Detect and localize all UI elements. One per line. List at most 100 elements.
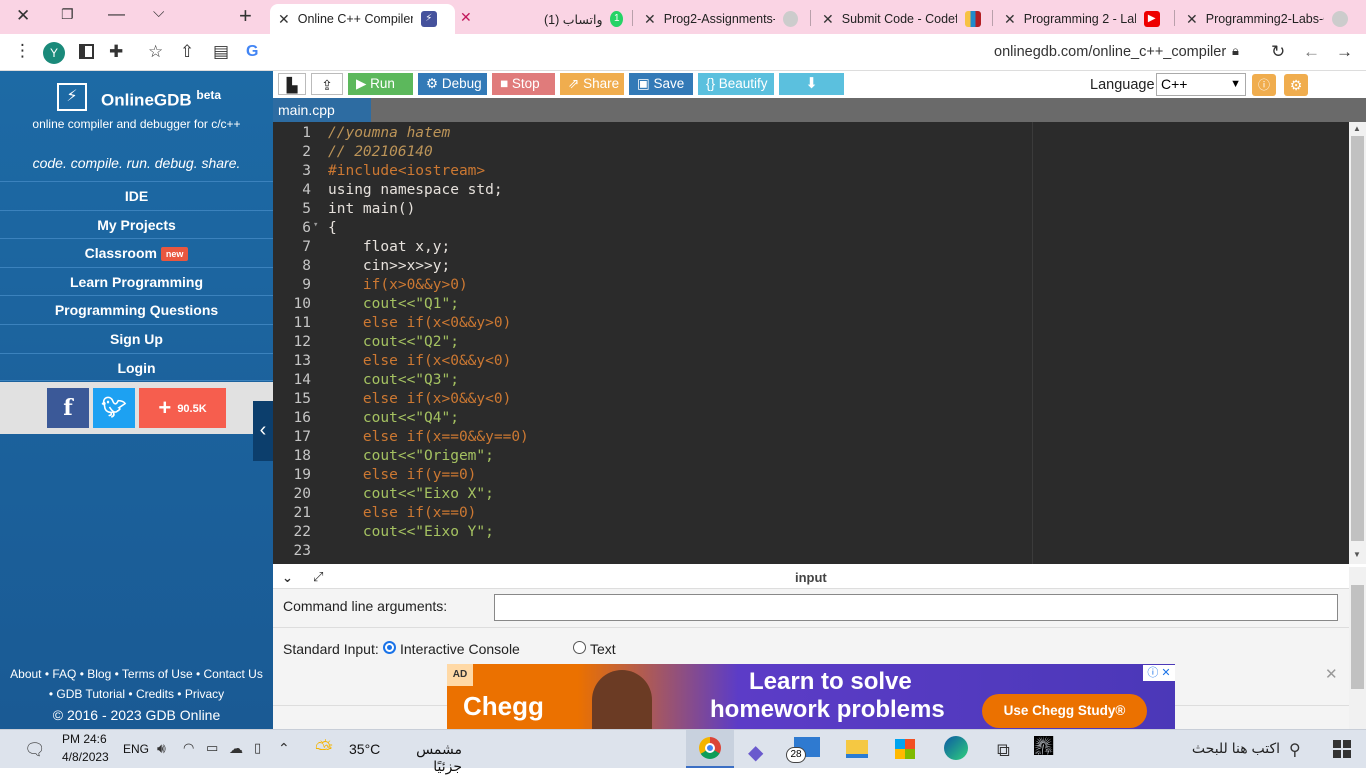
taskbar-store[interactable] bbox=[895, 739, 915, 759]
sidebar-toggle-icon[interactable] bbox=[79, 44, 94, 59]
reload-icon[interactable]: ↻ bbox=[1271, 42, 1285, 62]
taskbar-search[interactable]: اكتب هنا للبحث bbox=[1140, 740, 1280, 757]
minimize-window-icon[interactable]: — bbox=[108, 4, 125, 24]
fold-arrow-icon[interactable]: ▾ bbox=[313, 220, 318, 230]
interactive-console-label[interactable]: Interactive Console bbox=[400, 641, 520, 657]
close-tab-icon[interactable]: ✕ bbox=[822, 11, 834, 28]
expand-icon[interactable]: ⤢ bbox=[313, 569, 323, 585]
editor-scrollbar[interactable]: ▲ ▼ bbox=[1349, 122, 1366, 564]
code-line: //youmna hatem bbox=[328, 125, 451, 141]
tab-prog2-assignments[interactable]: ✕ Prog2-Assignments-Te bbox=[636, 4, 806, 34]
sidebar-item-my-projects[interactable]: My Projects bbox=[0, 210, 273, 238]
adchoices-icon[interactable]: ⓘ ✕ bbox=[1143, 665, 1175, 681]
run-button[interactable]: ▶ Run bbox=[348, 73, 413, 95]
back-icon[interactable]: → bbox=[1336, 42, 1353, 62]
chegg-ad[interactable]: AD Chegg Learn to solve homework problem… bbox=[447, 664, 1175, 729]
close-tab-icon[interactable]: ✕ bbox=[644, 11, 656, 28]
browser-menu-icon[interactable]: ⋮ bbox=[14, 41, 31, 61]
weather-temp[interactable]: 35°C bbox=[349, 741, 380, 757]
close-window-icon[interactable]: ✕ bbox=[16, 6, 30, 26]
sidebar-item-learn-programming[interactable]: Learn Programming bbox=[0, 267, 273, 295]
profile-avatar[interactable]: Y bbox=[43, 42, 65, 64]
bookmark-star-icon[interactable]: ☆ bbox=[148, 42, 163, 62]
wifi-icon[interactable]: ◠ bbox=[183, 740, 194, 756]
beautify-button[interactable]: {} Beautify bbox=[698, 73, 774, 95]
cmd-args-input[interactable] bbox=[494, 594, 1338, 621]
addthis-share-button[interactable]: + 90.5K bbox=[139, 388, 226, 428]
notifications-icon[interactable]: 🗨︎ bbox=[24, 740, 46, 760]
tab-programming2-labs[interactable]: ✕ Programming2-Labs-C bbox=[1178, 4, 1358, 34]
language-select[interactable]: C++ ▼ bbox=[1156, 73, 1246, 96]
weather-icon[interactable]: ⛅︎ bbox=[315, 736, 333, 762]
sidebar-item-login[interactable]: Login bbox=[0, 353, 273, 381]
new-tab-icon[interactable]: + bbox=[239, 3, 252, 29]
extensions-icon[interactable]: ✚ bbox=[109, 42, 123, 62]
sidebar-item-classroom[interactable]: Classroom new bbox=[0, 238, 273, 266]
debug-button[interactable]: ⚙︎ Debug bbox=[418, 73, 487, 95]
close-tab-icon[interactable]: ✕ bbox=[1004, 11, 1016, 28]
lock-icon[interactable]: 🔒︎ bbox=[1232, 43, 1239, 59]
collapse-sidebar-button[interactable]: ‹ bbox=[253, 401, 273, 461]
footer-links-line1[interactable]: About • FAQ • Blog • Terms of Use • Cont… bbox=[0, 667, 273, 681]
brand-name[interactable]: OnlineGDB beta bbox=[101, 88, 221, 111]
close-tab-icon[interactable]: ✕ bbox=[460, 9, 472, 26]
twitter-share-button[interactable]: 🐦︎ bbox=[93, 388, 135, 428]
facebook-share-button[interactable]: f bbox=[47, 388, 89, 428]
tab-online-cpp-compiler[interactable]: ✕ Online C++ Compiler ⚡ bbox=[270, 4, 455, 34]
io-scrollbar[interactable] bbox=[1349, 567, 1366, 729]
mail-badge: 28 bbox=[786, 747, 806, 763]
start-button[interactable] bbox=[1333, 740, 1351, 758]
radio-interactive-console[interactable] bbox=[383, 641, 396, 654]
clock-time[interactable]: PM 24:6 bbox=[62, 732, 107, 746]
tab-programming2-lab[interactable]: ✕ Programming 2 - Lab ▶ bbox=[996, 4, 1171, 34]
taskbar-copilot-icon[interactable]: ◆ bbox=[748, 740, 763, 765]
sidebar-item-sign-up[interactable]: Sign Up bbox=[0, 324, 273, 352]
taskbar-file-explorer[interactable] bbox=[846, 740, 868, 758]
language-indicator[interactable]: ENG bbox=[123, 742, 149, 756]
sidebar-item-programming-questions[interactable]: Programming Questions bbox=[0, 295, 273, 323]
clock-date[interactable]: 4/8/2023 bbox=[62, 750, 109, 764]
translate-icon[interactable]: ▤ bbox=[213, 42, 229, 62]
stop-button[interactable]: ■ Stop bbox=[492, 73, 555, 95]
weather-text[interactable]: مشمس جزئيًا bbox=[384, 741, 462, 775]
ad-cta-button[interactable]: Use Chegg Study® bbox=[982, 694, 1147, 728]
restore-window-icon[interactable]: ❐ bbox=[61, 6, 74, 23]
collapse-chevron-icon[interactable]: ⌄ bbox=[282, 570, 293, 586]
info-button[interactable]: ⓘ bbox=[1252, 74, 1276, 96]
volume-icon[interactable]: 🔊︎ bbox=[157, 740, 166, 757]
close-tab-icon[interactable]: ✕ bbox=[278, 11, 290, 28]
device-icon[interactable]: ▯ bbox=[254, 740, 261, 756]
new-file-button[interactable]: ▙ bbox=[278, 73, 306, 95]
close-ad-icon[interactable]: ✕ bbox=[1325, 665, 1338, 683]
taskbar-chrome[interactable] bbox=[686, 730, 734, 768]
close-tab-icon[interactable]: ✕ bbox=[1186, 11, 1198, 28]
share-icon[interactable]: ⇧ bbox=[180, 42, 194, 62]
tab-whatsapp[interactable]: واتساب (1) 1 bbox=[536, 4, 631, 34]
onedrive-icon[interactable]: ☁ bbox=[229, 740, 243, 757]
tab-search-chevron-icon[interactable]: ⌵ bbox=[153, 4, 164, 21]
code-editor[interactable]: 1 2 3 4 5 6 7 8 9 10 11 12 13 14 15 16 1… bbox=[273, 122, 1349, 564]
line-number: 22 bbox=[293, 524, 311, 540]
footer-links-line2[interactable]: • GDB Tutorial • Credits • Privacy bbox=[0, 687, 273, 701]
taskbar-edge[interactable] bbox=[944, 736, 968, 760]
download-button[interactable]: ⬇ bbox=[779, 73, 844, 95]
battery-icon[interactable]: ▭ bbox=[206, 740, 218, 756]
radio-text[interactable] bbox=[573, 641, 586, 654]
settings-gear-icon[interactable]: ⚙ bbox=[1284, 74, 1308, 96]
codeforces-favicon-icon bbox=[965, 11, 981, 27]
code-line: using namespace std; bbox=[328, 182, 503, 198]
search-highlight-icon[interactable]: 🎆︎ bbox=[1034, 734, 1053, 762]
task-view-icon[interactable]: ⧉ bbox=[997, 740, 1010, 761]
tab-codeforces[interactable]: ✕ Submit Code - Codefo bbox=[814, 4, 989, 34]
code-line: #include<iostream> bbox=[328, 163, 486, 179]
url-text[interactable]: onlinegdb.com/online_c++_compiler bbox=[994, 44, 1226, 60]
search-icon[interactable]: ⚲ bbox=[1289, 740, 1301, 760]
sidebar-item-ide[interactable]: IDE bbox=[0, 181, 273, 209]
tab-main-cpp[interactable]: main.cpp bbox=[273, 98, 371, 122]
text-option-label[interactable]: Text bbox=[590, 641, 616, 657]
upload-button[interactable]: ⇪ bbox=[311, 73, 343, 95]
save-button[interactable]: ▣ Save bbox=[629, 73, 693, 95]
google-icon[interactable]: G bbox=[246, 43, 258, 61]
share-button[interactable]: ⇗ Share bbox=[560, 73, 624, 95]
show-hidden-icons[interactable]: ⌃ bbox=[278, 740, 290, 757]
